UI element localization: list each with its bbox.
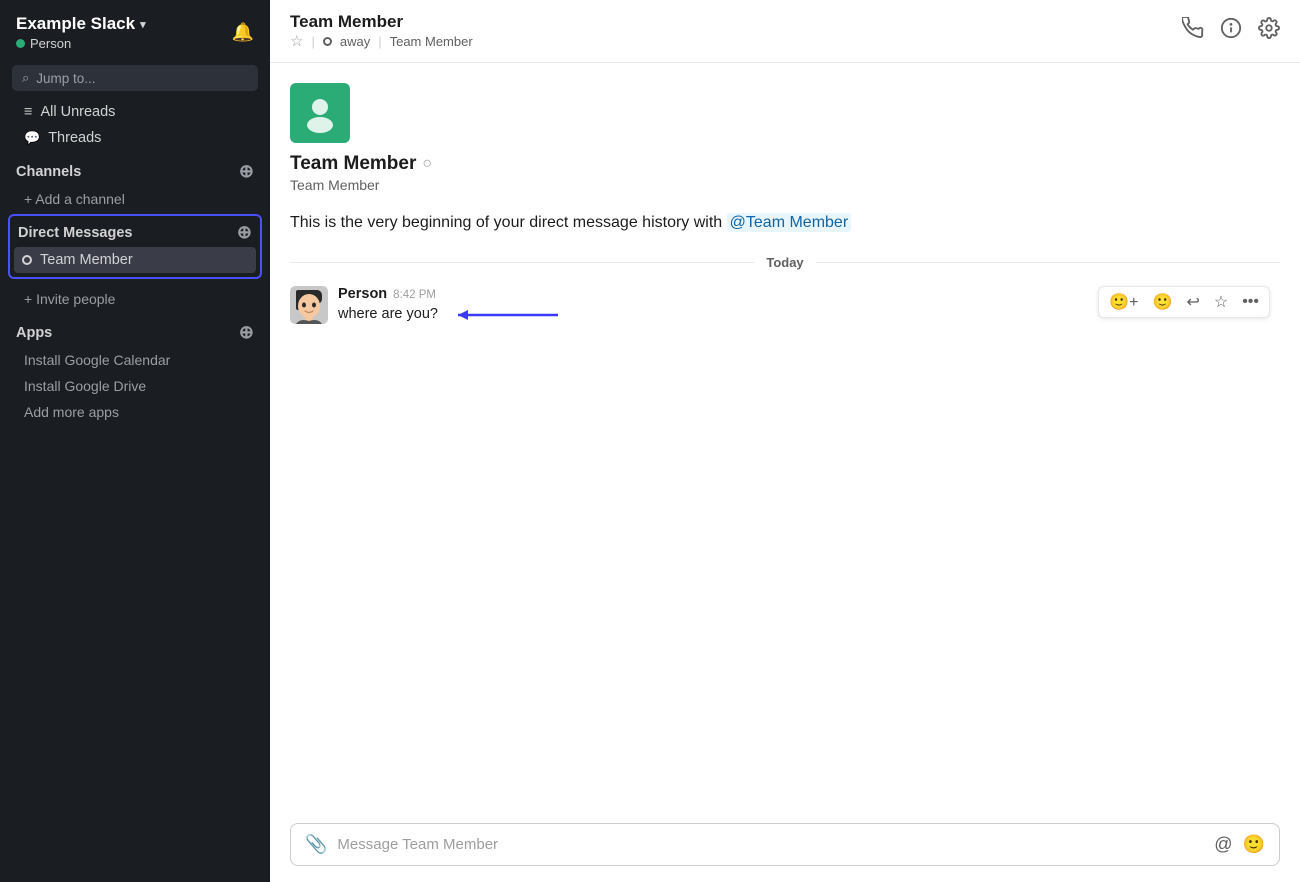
sidebar: Example Slack ▾ Person 🔔 ⌕ Jump to... ≡ … (0, 0, 270, 882)
user-status-dot (16, 39, 25, 48)
divider-line-right (816, 262, 1280, 263)
add-channel-button[interactable]: + Add a channel (8, 187, 262, 211)
chat-header: Team Member ☆ | away | Team Member (270, 0, 1300, 63)
user-name-label: Person (30, 36, 71, 51)
user-status-row: Person (16, 36, 146, 51)
pipe-divider: | (311, 34, 314, 49)
call-icon[interactable] (1182, 17, 1204, 45)
install-google-drive-label: Install Google Drive (24, 378, 146, 394)
add-channel-icon[interactable]: ⊕ (239, 161, 254, 182)
star-icon[interactable]: ☆ (290, 32, 303, 50)
today-label: Today (766, 255, 803, 270)
install-google-calendar-button[interactable]: Install Google Calendar (8, 348, 262, 372)
add-more-apps-button[interactable]: Add more apps (8, 400, 262, 424)
message-body: where are you? (338, 304, 438, 326)
today-divider: Today (290, 255, 1280, 270)
contact-avatar-large (290, 83, 350, 143)
direct-messages-label: Direct Messages (18, 225, 132, 241)
chat-header-actions (1182, 17, 1280, 45)
breadcrumb-label: Team Member (390, 34, 473, 49)
settings-gear-icon[interactable] (1258, 17, 1280, 45)
message-input-box: 📎 @ 🙂 (290, 823, 1280, 866)
emoji-icon[interactable]: 🙂 (1149, 290, 1177, 314)
direct-messages-section: Direct Messages ⊕ Team Member (8, 214, 262, 279)
contact-intro-subtitle: Team Member (290, 177, 379, 193)
invite-people-button[interactable]: + Invite people (8, 287, 262, 311)
main-content: Team Member ☆ | away | Team Member (270, 0, 1300, 882)
search-bar[interactable]: ⌕ Jump to... (12, 65, 258, 91)
emoji-picker-icon[interactable]: 🙂 (1243, 834, 1265, 855)
direct-messages-header[interactable]: Direct Messages ⊕ (10, 216, 260, 245)
mention-link[interactable]: @Team Member (727, 213, 852, 232)
workspace-name-button[interactable]: Example Slack ▾ (16, 14, 146, 34)
channels-label: Channels (16, 164, 81, 180)
chat-title: Team Member (290, 12, 473, 32)
invite-people-label: + Invite people (24, 291, 115, 307)
threads-icon: 💬 (24, 130, 40, 146)
reply-icon[interactable]: ↩ (1182, 290, 1203, 314)
message-timestamp: 8:42 PM (393, 289, 436, 301)
dm-team-member-label: Team Member (40, 252, 133, 268)
apps-label: Apps (16, 325, 52, 341)
sidebar-header: Example Slack ▾ Person 🔔 (0, 0, 270, 61)
message-input[interactable] (337, 836, 1204, 853)
intro-body-copy: This is the very beginning of your direc… (290, 214, 722, 231)
star-message-icon[interactable]: ☆ (1210, 290, 1232, 314)
team-member-presence-icon (22, 255, 32, 265)
more-actions-icon[interactable]: ••• (1238, 291, 1263, 313)
install-google-drive-button[interactable]: Install Google Drive (8, 374, 262, 398)
away-status-label: away (340, 34, 370, 49)
chat-header-left: Team Member ☆ | away | Team Member (290, 12, 473, 50)
divider-line-left (290, 262, 754, 263)
apps-section-header[interactable]: Apps ⊕ (0, 312, 270, 347)
intro-body-text: This is the very beginning of your direc… (290, 211, 851, 235)
search-placeholder-text: Jump to... (36, 71, 95, 86)
input-right-icons: @ 🙂 (1214, 834, 1265, 855)
workspace-info: Example Slack ▾ Person (16, 14, 146, 51)
add-more-apps-label: Add more apps (24, 404, 119, 420)
sidebar-item-all-unreads[interactable]: ≡ All Unreads (8, 100, 262, 124)
contact-intro-name: Team Member ○ (290, 153, 432, 175)
channels-section-header[interactable]: Channels ⊕ (0, 151, 270, 186)
add-reaction-icon[interactable]: 🙂+ (1105, 290, 1142, 314)
notifications-bell-icon[interactable]: 🔔 (232, 22, 254, 43)
install-google-calendar-label: Install Google Calendar (24, 352, 170, 368)
add-dm-icon[interactable]: ⊕ (237, 222, 252, 243)
attach-icon[interactable]: 📎 (305, 834, 327, 855)
all-unreads-icon: ≡ (24, 104, 32, 120)
chat-body[interactable]: Team Member ○ Team Member This is the ve… (270, 63, 1300, 813)
dm-intro-section: Team Member ○ Team Member This is the ve… (290, 83, 1280, 235)
contact-name-text: Team Member (290, 153, 416, 175)
threads-label: Threads (48, 130, 101, 146)
message-actions: 🙂+ 🙂 ↩ ☆ ••• (1098, 286, 1270, 318)
avatar (290, 286, 328, 324)
at-mention-icon[interactable]: @ (1214, 834, 1232, 855)
add-channel-label: + Add a channel (24, 191, 125, 207)
info-icon[interactable] (1220, 17, 1242, 45)
sidebar-item-threads[interactable]: 💬 Threads (8, 126, 262, 150)
message-author: Person (338, 286, 387, 302)
pipe-divider-2: | (378, 34, 381, 49)
away-circle-icon: ○ (422, 155, 432, 173)
message-input-area: 📎 @ 🙂 (270, 813, 1300, 882)
arrow-annotation (448, 304, 568, 326)
chat-header-meta: ☆ | away | Team Member (290, 32, 473, 50)
workspace-name-label: Example Slack (16, 14, 135, 34)
table-row: Person 8:42 PM where are you? 🙂+ 🙂 (290, 280, 1280, 332)
chat-title-text: Team Member (290, 12, 403, 31)
away-status-icon (323, 37, 332, 46)
dm-item-team-member[interactable]: Team Member (14, 247, 256, 273)
add-app-icon[interactable]: ⊕ (239, 322, 254, 343)
search-icon: ⌕ (22, 70, 29, 86)
all-unreads-label: All Unreads (40, 104, 115, 120)
chat-header-title-group: Team Member ☆ | away | Team Member (290, 12, 473, 50)
workspace-chevron-icon: ▾ (140, 18, 146, 31)
